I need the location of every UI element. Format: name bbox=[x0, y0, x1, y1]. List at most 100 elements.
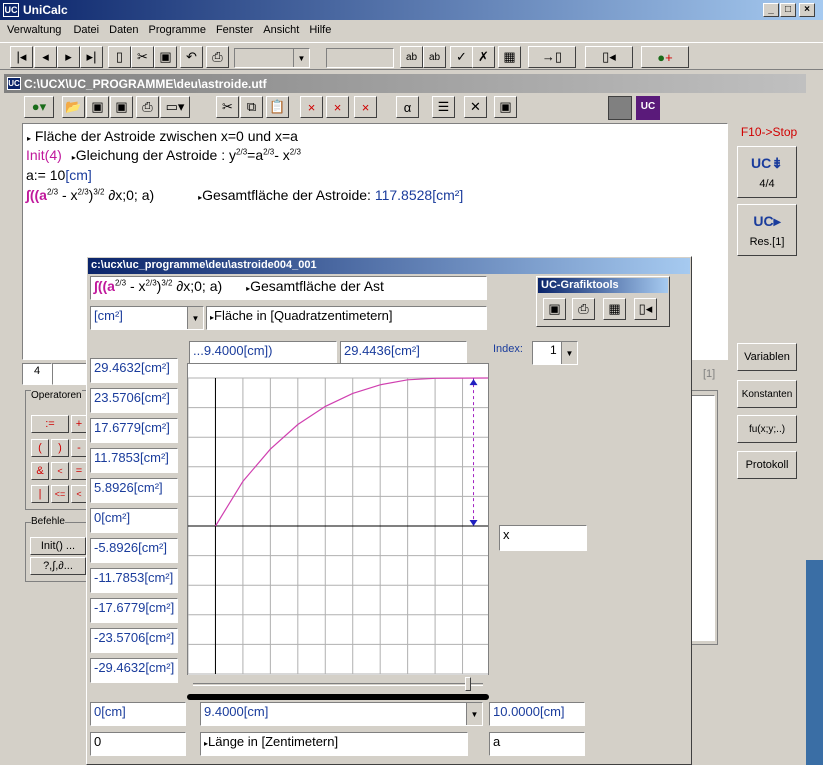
format-icon[interactable]: ☰ bbox=[432, 96, 455, 118]
open-folder-icon[interactable]: 📂 bbox=[62, 96, 85, 118]
color-swatch-icon[interactable] bbox=[608, 96, 632, 120]
replace-icon[interactable]: ab bbox=[400, 46, 423, 68]
expression-field[interactable]: ∫((a2/3 - x2/3)3/2 ∂x;0; a) ▸Gesamtfläch… bbox=[90, 276, 487, 300]
copy-icon[interactable]: ⧉ bbox=[240, 96, 263, 118]
x-min-input[interactable]: 0 bbox=[90, 732, 186, 756]
uncheck-icon[interactable]: ✗ bbox=[472, 46, 495, 68]
konstanten-button[interactable]: Konstanten bbox=[737, 380, 797, 408]
menu-ansicht[interactable]: Ansicht bbox=[258, 22, 304, 40]
protocol-list[interactable] bbox=[691, 395, 715, 641]
toolbar-combo-2[interactable] bbox=[326, 48, 394, 68]
cut-icon[interactable]: ✂ bbox=[216, 96, 239, 118]
x-variable-field[interactable]: x bbox=[499, 525, 587, 551]
op-lt[interactable]: < bbox=[51, 462, 69, 480]
op-eq[interactable]: = bbox=[71, 462, 87, 480]
x-cursor-select[interactable]: 9.4000[cm] ▼ bbox=[200, 702, 483, 726]
x-unit-description[interactable]: ▸Länge in [Zentimetern] bbox=[200, 732, 468, 756]
op-lt2[interactable]: < bbox=[71, 485, 87, 503]
plot-area[interactable] bbox=[187, 363, 489, 693]
exit-graph-icon[interactable]: ▯◂ bbox=[634, 298, 657, 320]
insert-icon[interactable]: →▯ bbox=[528, 46, 576, 68]
delete-line-right-icon[interactable]: × bbox=[354, 96, 377, 118]
maximize-button[interactable]: □ bbox=[780, 3, 796, 17]
stop-label[interactable]: F10->Stop bbox=[737, 125, 801, 141]
paste-icon[interactable]: 📋 bbox=[266, 96, 289, 118]
menu-fenster[interactable]: Fenster bbox=[211, 22, 258, 40]
run-button[interactable]: UC⇟ 4/4 bbox=[737, 146, 797, 198]
main-toolbar: |◂ ◂ ▸ ▸| ▯ ✂ ▣ ↶ ⎙ ▼ ab ab ✓ ✗ ▦ →▯ ▯◂ … bbox=[0, 42, 823, 70]
table-icon[interactable]: ▦ bbox=[498, 46, 521, 68]
chevron-down-icon[interactable]: ▼ bbox=[466, 703, 482, 725]
save-graph-icon[interactable]: ▣ bbox=[543, 298, 566, 320]
graph-window: c:\ucx\uc_programme\deu\astroide004_001 … bbox=[86, 256, 692, 765]
op-rparen[interactable]: ) bbox=[51, 439, 69, 457]
cut-record-icon[interactable]: ✂ bbox=[131, 46, 154, 68]
chevron-down-icon[interactable]: ▼ bbox=[561, 342, 577, 364]
operators-group: Operatoren := + ( ) - & < = | <= < bbox=[25, 390, 87, 510]
close-button[interactable]: × bbox=[799, 3, 815, 17]
prev-record-icon[interactable]: ◂ bbox=[34, 46, 57, 68]
cursor-x-field[interactable]: ...9.4000[cm]) bbox=[189, 341, 337, 365]
undo-icon[interactable]: ↶ bbox=[180, 46, 203, 68]
tools-icon[interactable]: ✕ bbox=[464, 96, 487, 118]
chevron-down-icon[interactable]: ▼ bbox=[293, 49, 309, 67]
print-doc-icon[interactable]: ⎙ bbox=[136, 96, 159, 118]
y-unit-select[interactable]: [cm²] ▼ bbox=[90, 306, 204, 330]
menu-programme[interactable]: Programme bbox=[143, 22, 210, 40]
x-range-bar[interactable] bbox=[187, 694, 489, 700]
doc-line-2: Init(4) ▸Gleichung der Astroide : y2/3=a… bbox=[26, 147, 301, 163]
save-icon[interactable]: ▣ bbox=[110, 96, 133, 118]
display-icon[interactable]: ▭▾ bbox=[160, 96, 190, 118]
minimize-button[interactable]: _ bbox=[763, 3, 779, 17]
print-graph-icon[interactable]: ⎙ bbox=[572, 298, 595, 320]
next-record-icon[interactable]: ▸ bbox=[57, 46, 80, 68]
cursor-y-field[interactable]: 29.4436[cm²] bbox=[340, 341, 467, 365]
desktop-edge bbox=[806, 560, 823, 765]
index-label: Index: bbox=[493, 343, 523, 355]
x-var-input[interactable]: a bbox=[489, 732, 585, 756]
index-select[interactable]: 1 ▼ bbox=[532, 341, 578, 365]
print-icon[interactable]: ⎙ bbox=[206, 46, 229, 68]
x-max-field[interactable]: 10.0000[cm] bbox=[489, 702, 585, 726]
op-minus[interactable]: - bbox=[71, 439, 87, 457]
first-record-icon[interactable]: |◂ bbox=[10, 46, 33, 68]
alpha-icon[interactable]: α bbox=[396, 96, 419, 118]
last-record-icon[interactable]: ▸| bbox=[80, 46, 103, 68]
table-graph-icon[interactable]: ▦ bbox=[603, 298, 626, 320]
save-record-icon[interactable]: ▣ bbox=[154, 46, 177, 68]
exit-icon[interactable]: ▯◂ bbox=[585, 46, 633, 68]
camera-icon[interactable]: ▣ bbox=[494, 96, 517, 118]
counter-field[interactable]: 4 bbox=[22, 363, 52, 385]
replace-all-icon[interactable]: ab bbox=[423, 46, 446, 68]
menu-verwaltung[interactable]: Verwaltung bbox=[0, 22, 68, 40]
x-slider-thumb[interactable] bbox=[465, 677, 471, 691]
op-le[interactable]: <= bbox=[51, 485, 69, 503]
check-icon[interactable]: ✓ bbox=[450, 46, 473, 68]
menu-hilfe[interactable]: Hilfe bbox=[304, 22, 336, 40]
globe-icon[interactable]: ●▾ bbox=[24, 96, 54, 118]
x-slider[interactable] bbox=[187, 675, 489, 695]
variablen-button[interactable]: Variablen bbox=[737, 343, 797, 371]
delete-line-icon[interactable]: × bbox=[326, 96, 349, 118]
functions-button[interactable]: fu(x;y;..) bbox=[737, 415, 797, 443]
menu-datei[interactable]: Datei bbox=[68, 22, 104, 40]
protokoll-button[interactable]: Protokoll bbox=[737, 451, 797, 479]
chevron-down-icon[interactable]: ▼ bbox=[187, 307, 203, 329]
delete-line-left-icon[interactable]: × bbox=[300, 96, 323, 118]
new-page-icon[interactable]: ▯ bbox=[108, 46, 131, 68]
x-min-field[interactable]: 0[cm] bbox=[90, 702, 186, 726]
op-assign[interactable]: := bbox=[31, 415, 69, 433]
menu-daten[interactable]: Daten bbox=[104, 22, 143, 40]
int-diff-button[interactable]: ?,∫,∂... bbox=[30, 557, 86, 575]
counter-field-2[interactable] bbox=[52, 363, 88, 385]
result-button[interactable]: UC▸ Res.[1] bbox=[737, 204, 797, 256]
op-and[interactable]: & bbox=[31, 462, 49, 480]
save-as-icon[interactable]: ▣ bbox=[86, 96, 109, 118]
op-lparen[interactable]: ( bbox=[31, 439, 49, 457]
globe-add-icon[interactable]: ● + bbox=[641, 46, 689, 68]
toolbar-combo-1[interactable]: ▼ bbox=[234, 48, 310, 68]
y-unit-description[interactable]: ▸Fläche in [Quadratzentimetern] bbox=[206, 306, 487, 330]
init-button[interactable]: Init() ... bbox=[30, 537, 86, 555]
op-plus[interactable]: + bbox=[71, 415, 87, 433]
op-or[interactable]: | bbox=[31, 485, 49, 503]
